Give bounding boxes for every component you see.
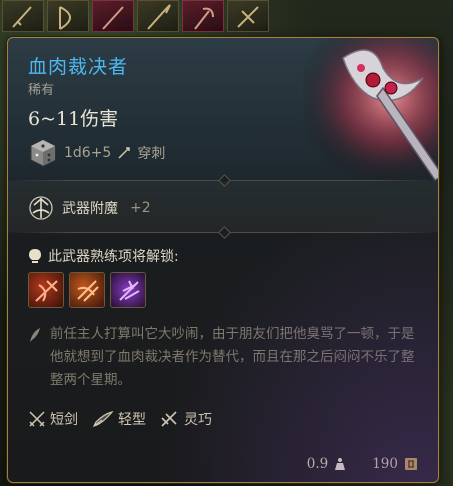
staff-hotbar-icon <box>102 6 124 30</box>
enchantment-row: 武器附魔 +2 <box>28 195 151 221</box>
proficiency-unlock-label: 此武器熟练项将解锁: <box>48 249 179 265</box>
property-light: 轻型 <box>92 409 146 429</box>
weight-icon <box>335 458 346 470</box>
item-weight: 0.9 <box>306 456 329 472</box>
item-name: 血肉裁决者 <box>28 56 129 78</box>
crossed-swords-icon <box>29 411 45 427</box>
item-tooltip: 血肉裁决者 稀有 6~11伤害 1d6+5 穿刺 武器附魔 +2 此武器熟练项将… <box>7 37 439 483</box>
flourish-action-icon[interactable] <box>69 272 105 308</box>
property-label: 灵巧 <box>184 412 212 428</box>
enchantment-icon <box>29 196 53 220</box>
weapon-properties: 短剑 轻型 灵巧 <box>28 409 212 429</box>
item-damage: 6~11伤害 <box>28 108 119 130</box>
property-label: 短剑 <box>50 412 78 428</box>
hotbar-slot[interactable] <box>47 0 89 32</box>
hotbar <box>0 0 292 32</box>
item-rarity: 稀有 <box>28 83 55 98</box>
bow-hotbar-icon <box>59 6 71 30</box>
feather-icon <box>92 410 114 427</box>
hotbar-slot[interactable] <box>92 0 134 32</box>
spear-hotbar-icon <box>147 4 171 30</box>
property-short-sword: 短剑 <box>28 409 78 429</box>
slash-action-icon[interactable] <box>28 272 64 308</box>
item-value: 190 <box>372 456 398 472</box>
proficiency-unlock-row: 此武器熟练项将解锁: <box>28 246 179 266</box>
damage-type: 穿刺 <box>137 146 166 162</box>
weapon-actions <box>28 272 146 308</box>
dice-icon <box>30 139 56 167</box>
hotbar-slot[interactable] <box>182 0 224 32</box>
item-lore: 前任主人打算叫它大吵闹，由于朋友们把他臭骂了一顿，于是他就想到了血肉裁决者作为替… <box>50 326 415 388</box>
gold-coin-icon <box>405 458 417 470</box>
property-label: 轻型 <box>118 412 146 428</box>
damage-dice-row: 1d6+5 穿刺 <box>28 138 165 168</box>
piercing-icon <box>118 147 131 159</box>
enchantment-bonus: +2 <box>130 200 151 216</box>
property-finesse: 灵巧 <box>160 409 212 429</box>
finesse-icon <box>161 411 177 427</box>
item-footer: 0.9 190 <box>307 456 418 472</box>
axe-hotbar-icon <box>194 7 214 30</box>
enchantment-label: 武器附魔 <box>62 201 118 217</box>
hotbar-slot[interactable] <box>2 0 44 32</box>
crossbow-hotbar-icon <box>237 6 259 28</box>
hotbar-slot[interactable] <box>137 0 179 32</box>
divider <box>8 226 438 239</box>
sword-hotbar-icon <box>12 6 32 28</box>
hotbar-slot[interactable] <box>227 0 269 32</box>
lightbulb-icon <box>29 249 41 263</box>
lacerate-action-icon[interactable] <box>110 272 146 308</box>
damage-dice: 1d6+5 <box>64 145 112 161</box>
dagger-weapon-art <box>303 38 438 188</box>
quill-icon <box>30 328 40 342</box>
